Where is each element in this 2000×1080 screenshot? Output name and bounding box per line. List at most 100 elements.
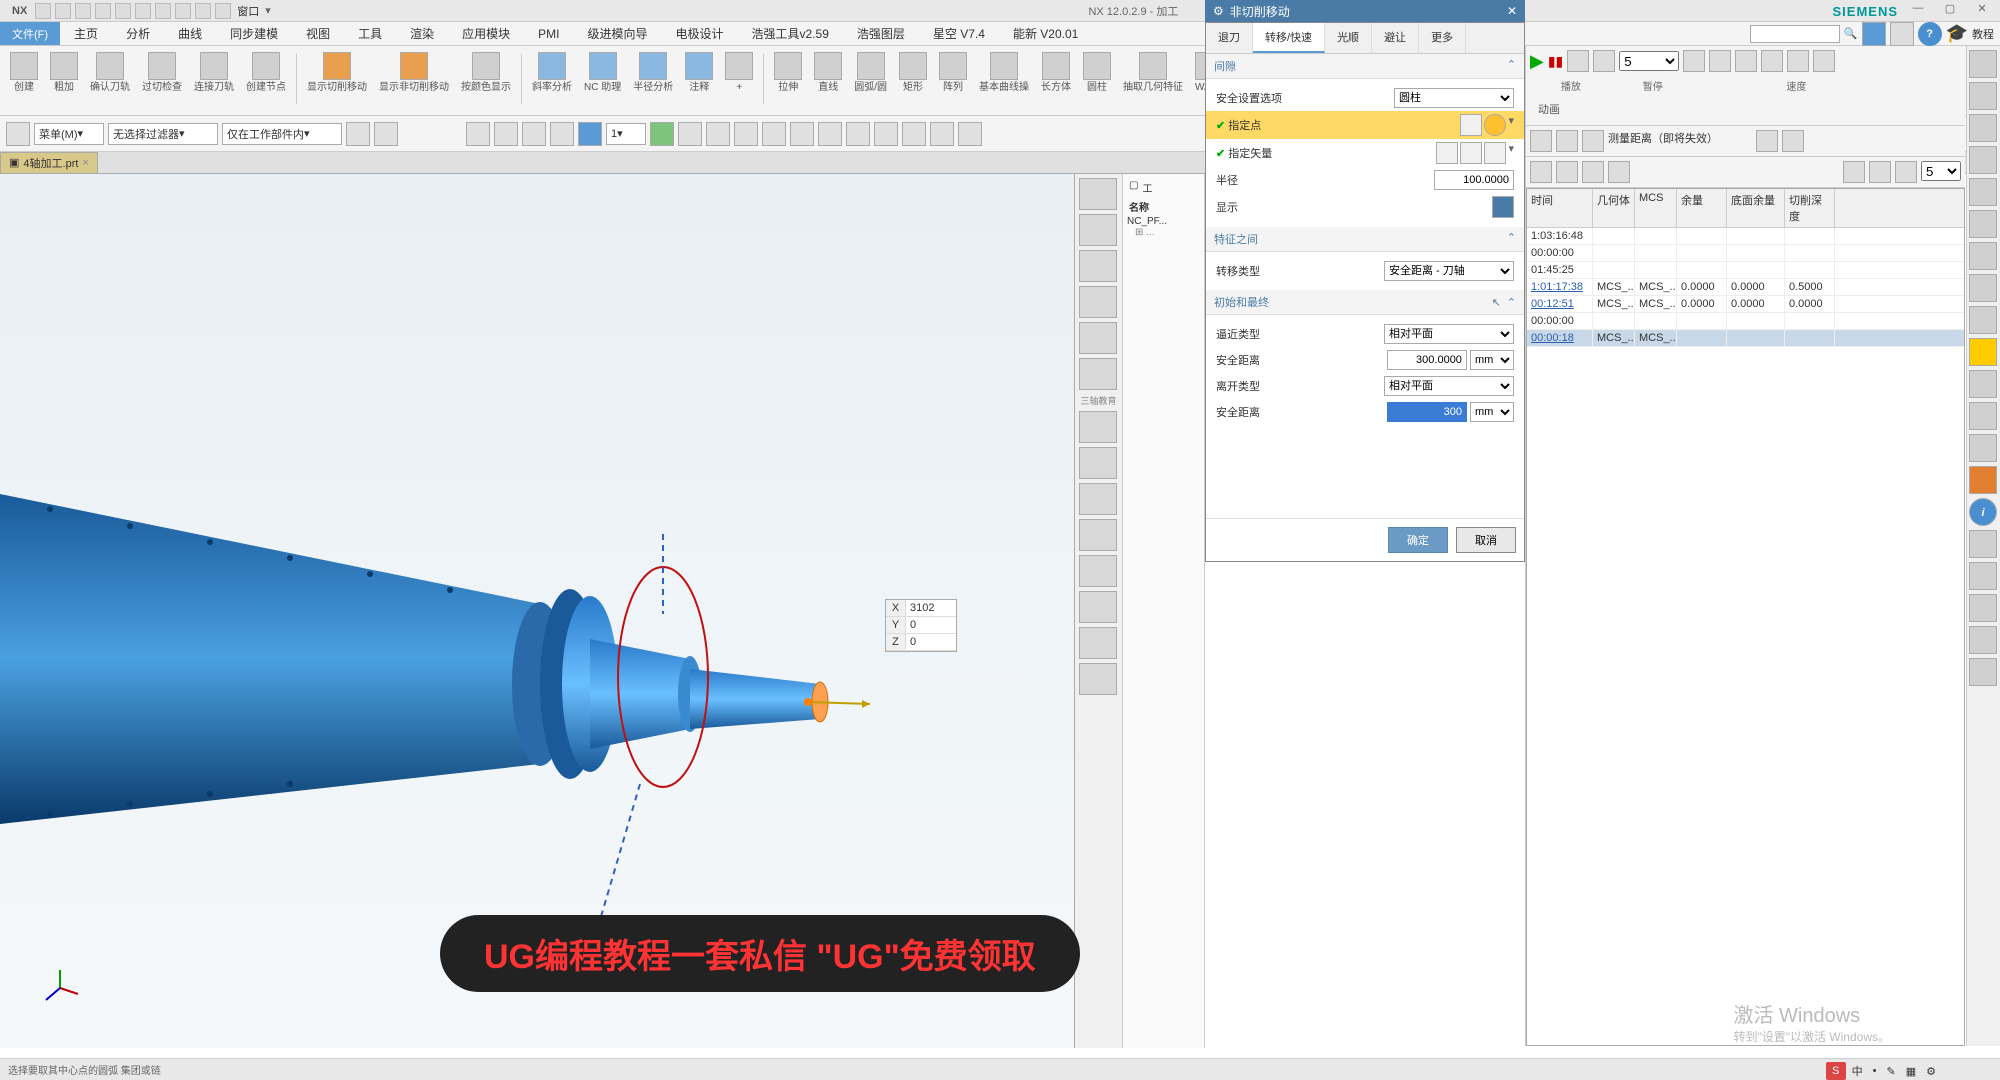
pause-icon[interactable]: ▮▮	[1548, 53, 1563, 70]
panel-icon[interactable]	[1969, 178, 1997, 206]
menu-item[interactable]: 工具	[344, 23, 396, 45]
grid-row[interactable]: 00:00:00	[1527, 313, 1964, 330]
minimize-button[interactable]: —	[1906, 2, 1930, 20]
ribbon-button[interactable]: 拉伸	[768, 50, 808, 95]
titlebar-icon[interactable]	[135, 3, 151, 19]
resource-icon[interactable]	[1079, 555, 1117, 587]
help-button[interactable]: ?	[1918, 22, 1942, 46]
titlebar-icon[interactable]	[215, 3, 231, 19]
ribbon-button[interactable]: 连接刀轨	[188, 50, 240, 95]
resource-icon[interactable]	[1079, 358, 1117, 390]
close-button[interactable]: ✕	[1970, 2, 1994, 20]
ribbon-button[interactable]: NC 助理	[578, 50, 627, 95]
ribbon-button[interactable]: 矩形	[893, 50, 933, 95]
menu-item[interactable]: 浩强工具v2.59	[738, 23, 843, 45]
tool-icon[interactable]	[1756, 130, 1778, 152]
menu-item[interactable]: 电极设计	[662, 23, 738, 45]
menu-item[interactable]: 同步建模	[216, 23, 292, 45]
ribbon-button[interactable]: 创建节点	[240, 50, 292, 95]
tool-icon[interactable]	[1530, 161, 1552, 183]
ime-lang[interactable]: 中	[1848, 1063, 1867, 1079]
tool-icon[interactable]	[1869, 161, 1891, 183]
ribbon-button[interactable]: 斜率分析	[526, 50, 578, 95]
ribbon-button[interactable]: +	[719, 50, 759, 95]
grid-column-header[interactable]: 底面余量	[1727, 189, 1785, 227]
play-icon[interactable]: ▶	[1530, 51, 1544, 72]
dialog-tab[interactable]: 避让	[1372, 23, 1419, 53]
point-constructor-icon[interactable]	[1484, 114, 1506, 136]
panel-icon[interactable]	[1969, 402, 1997, 430]
resource-icon[interactable]	[1079, 519, 1117, 551]
x-value[interactable]: 3102	[906, 600, 956, 616]
filter-dropdown[interactable]: 无选择过滤器 ▾	[108, 123, 218, 145]
tool-icon[interactable]	[1843, 161, 1865, 183]
titlebar-icon[interactable]	[195, 3, 211, 19]
ribbon-button[interactable]: 抽取几何特征	[1117, 50, 1189, 95]
ribbon-button[interactable]: 阵列	[933, 50, 973, 95]
menu-item[interactable]: 主页	[60, 23, 112, 45]
menu-item[interactable]: 应用模块	[448, 23, 524, 45]
resource-icon[interactable]	[1079, 214, 1117, 246]
tool-icon[interactable]	[902, 122, 926, 146]
titlebar-icon[interactable]	[175, 3, 191, 19]
ribbon-button[interactable]: 过切检查	[136, 50, 188, 95]
search-icon[interactable]: 🔍	[1844, 27, 1858, 40]
ribbon-button[interactable]: 显示非切削移动	[373, 50, 455, 95]
safe-dist-input[interactable]	[1387, 350, 1467, 370]
document-tab[interactable]: ▣ 4轴加工.prt ×	[0, 152, 98, 174]
vector-constructor-icon[interactable]	[1484, 142, 1506, 164]
grid-column-header[interactable]: 几何体	[1593, 189, 1635, 227]
ribbon-button[interactable]: 直线	[808, 50, 848, 95]
measure-icon[interactable]	[1582, 130, 1604, 152]
tool-icon[interactable]	[346, 122, 370, 146]
dialog-tab[interactable]: 退刀	[1206, 23, 1253, 53]
tool-icon[interactable]	[466, 122, 490, 146]
dialog-tab[interactable]: 更多	[1419, 23, 1466, 53]
tool-icon[interactable]	[494, 122, 518, 146]
panel-icon[interactable]	[1969, 626, 1997, 654]
resource-icon[interactable]	[1079, 178, 1117, 210]
transfer-type-select[interactable]: 安全距离 - 刀轴	[1384, 261, 1514, 281]
grid-row[interactable]: 00:00:00	[1527, 245, 1964, 262]
tool-icon[interactable]	[1813, 50, 1835, 72]
panel-icon[interactable]	[1969, 594, 1997, 622]
safe-option-select[interactable]: 圆柱	[1394, 88, 1514, 108]
panel-icon[interactable]	[1969, 434, 1997, 462]
speed-select[interactable]: 5	[1619, 51, 1679, 71]
toggle-button[interactable]	[1862, 22, 1886, 46]
ime-indicator[interactable]: S	[1826, 1062, 1846, 1080]
panel-icon[interactable]	[1969, 466, 1997, 494]
ribbon-button[interactable]: 确认刀轨	[84, 50, 136, 95]
dialog-tab[interactable]: 转移/快速	[1253, 23, 1325, 53]
ribbon-button[interactable]: 显示切削移动	[301, 50, 373, 95]
step-icon[interactable]	[1567, 50, 1589, 72]
depart-type-select[interactable]: 相对平面	[1384, 376, 1514, 396]
tool-icon[interactable]	[1582, 161, 1604, 183]
ime-icon[interactable]: ▦	[1902, 1065, 1920, 1078]
pin-icon[interactable]: 工	[1142, 180, 1152, 195]
panel-icon[interactable]	[1969, 82, 1997, 110]
zoom-icon[interactable]	[734, 122, 758, 146]
menu-item[interactable]: 能新 V20.01	[999, 23, 1092, 45]
tool-icon[interactable]	[578, 122, 602, 146]
info-icon[interactable]: i	[1969, 498, 1997, 526]
panel-icon[interactable]	[1969, 50, 1997, 78]
section-between[interactable]: 特征之间⌃	[1206, 227, 1524, 252]
toggle-button[interactable]	[1890, 22, 1914, 46]
vector-icon[interactable]	[1436, 142, 1458, 164]
step-icon[interactable]	[1593, 50, 1615, 72]
rotate-icon[interactable]	[762, 122, 786, 146]
refresh-icon[interactable]	[650, 122, 674, 146]
ime-icon[interactable]: ✎	[1883, 1065, 1900, 1078]
vector-icon[interactable]	[1460, 142, 1482, 164]
y-value[interactable]: 0	[906, 617, 956, 633]
titlebar-icon[interactable]	[95, 3, 111, 19]
menu-item[interactable]: 浩强图层	[843, 23, 919, 45]
ribbon-button[interactable]: 圆弧/圆	[848, 50, 893, 95]
zoom-icon[interactable]	[706, 122, 730, 146]
ribbon-button[interactable]: 按颜色显示	[455, 50, 517, 95]
tool-icon[interactable]	[678, 122, 702, 146]
titlebar-icon[interactable]	[115, 3, 131, 19]
menu-item[interactable]: 视图	[292, 23, 344, 45]
tool-icon[interactable]	[1895, 161, 1917, 183]
